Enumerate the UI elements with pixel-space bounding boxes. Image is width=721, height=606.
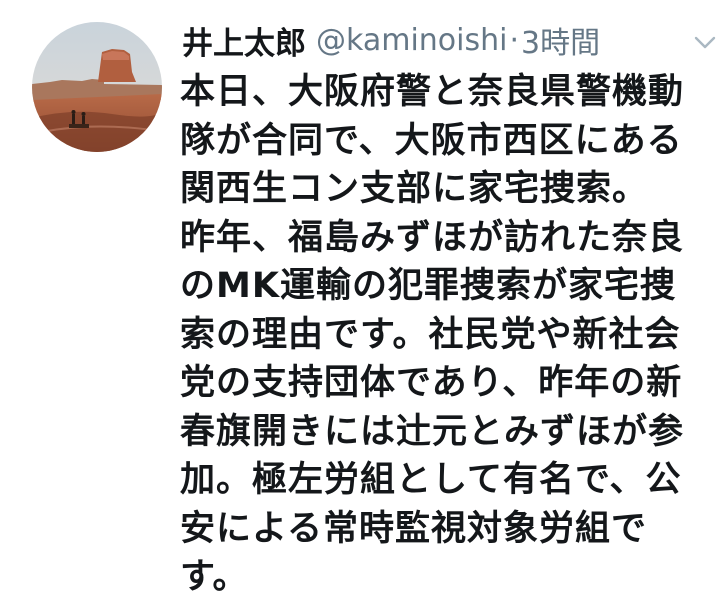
tweet-text-line: 関西生コン支部に家宅捜索。 xyxy=(180,169,649,209)
tweet-text-line: 本日、大阪府警と奈良県警機動 xyxy=(180,72,685,112)
tweet-text: 本日、大阪府警と奈良県警機動 隊が合同で、大阪市西区にある 関西生コン支部に家宅捜索… xyxy=(180,68,710,602)
separator-dot: · xyxy=(509,22,520,58)
tweet-text-line: 党の支持団体であり、昨年の新 xyxy=(180,363,683,403)
user-handle[interactable]: @kaminoishi xyxy=(316,23,507,58)
tweet-text-line: 春旗開きには辻元とみずほが参 xyxy=(180,411,685,452)
display-name[interactable]: 井上太郎 xyxy=(182,18,306,63)
tweet-text-line: 安による常時監視対象労組で xyxy=(180,508,647,549)
tweet-text-line: 加。極左労組として有名で、公 xyxy=(180,460,682,500)
avatar-image xyxy=(32,22,162,152)
tweet-header: 井上太郎 @kaminoishi · 3時間 xyxy=(182,14,702,66)
tweet-text-line: のMK運輸の犯罪捜索が家宅捜 xyxy=(180,266,676,306)
tweet-text-line: 昨年、福島みずほが訪れた奈良 xyxy=(180,217,685,258)
tweet-text-line: す。 xyxy=(180,557,249,597)
chevron-down-icon[interactable] xyxy=(694,34,716,52)
timestamp[interactable]: 3時間 xyxy=(521,18,600,62)
avatar[interactable] xyxy=(32,22,162,152)
tweet: 井上太郎 @kaminoishi · 3時間 本日、大阪府警と奈良県警機動 隊が合… xyxy=(0,0,721,606)
tweet-text-line: 隊が合同で、大阪市西区にある xyxy=(180,120,683,161)
tweet-text-line: 索の理由です。社民党や新社会 xyxy=(180,314,681,355)
